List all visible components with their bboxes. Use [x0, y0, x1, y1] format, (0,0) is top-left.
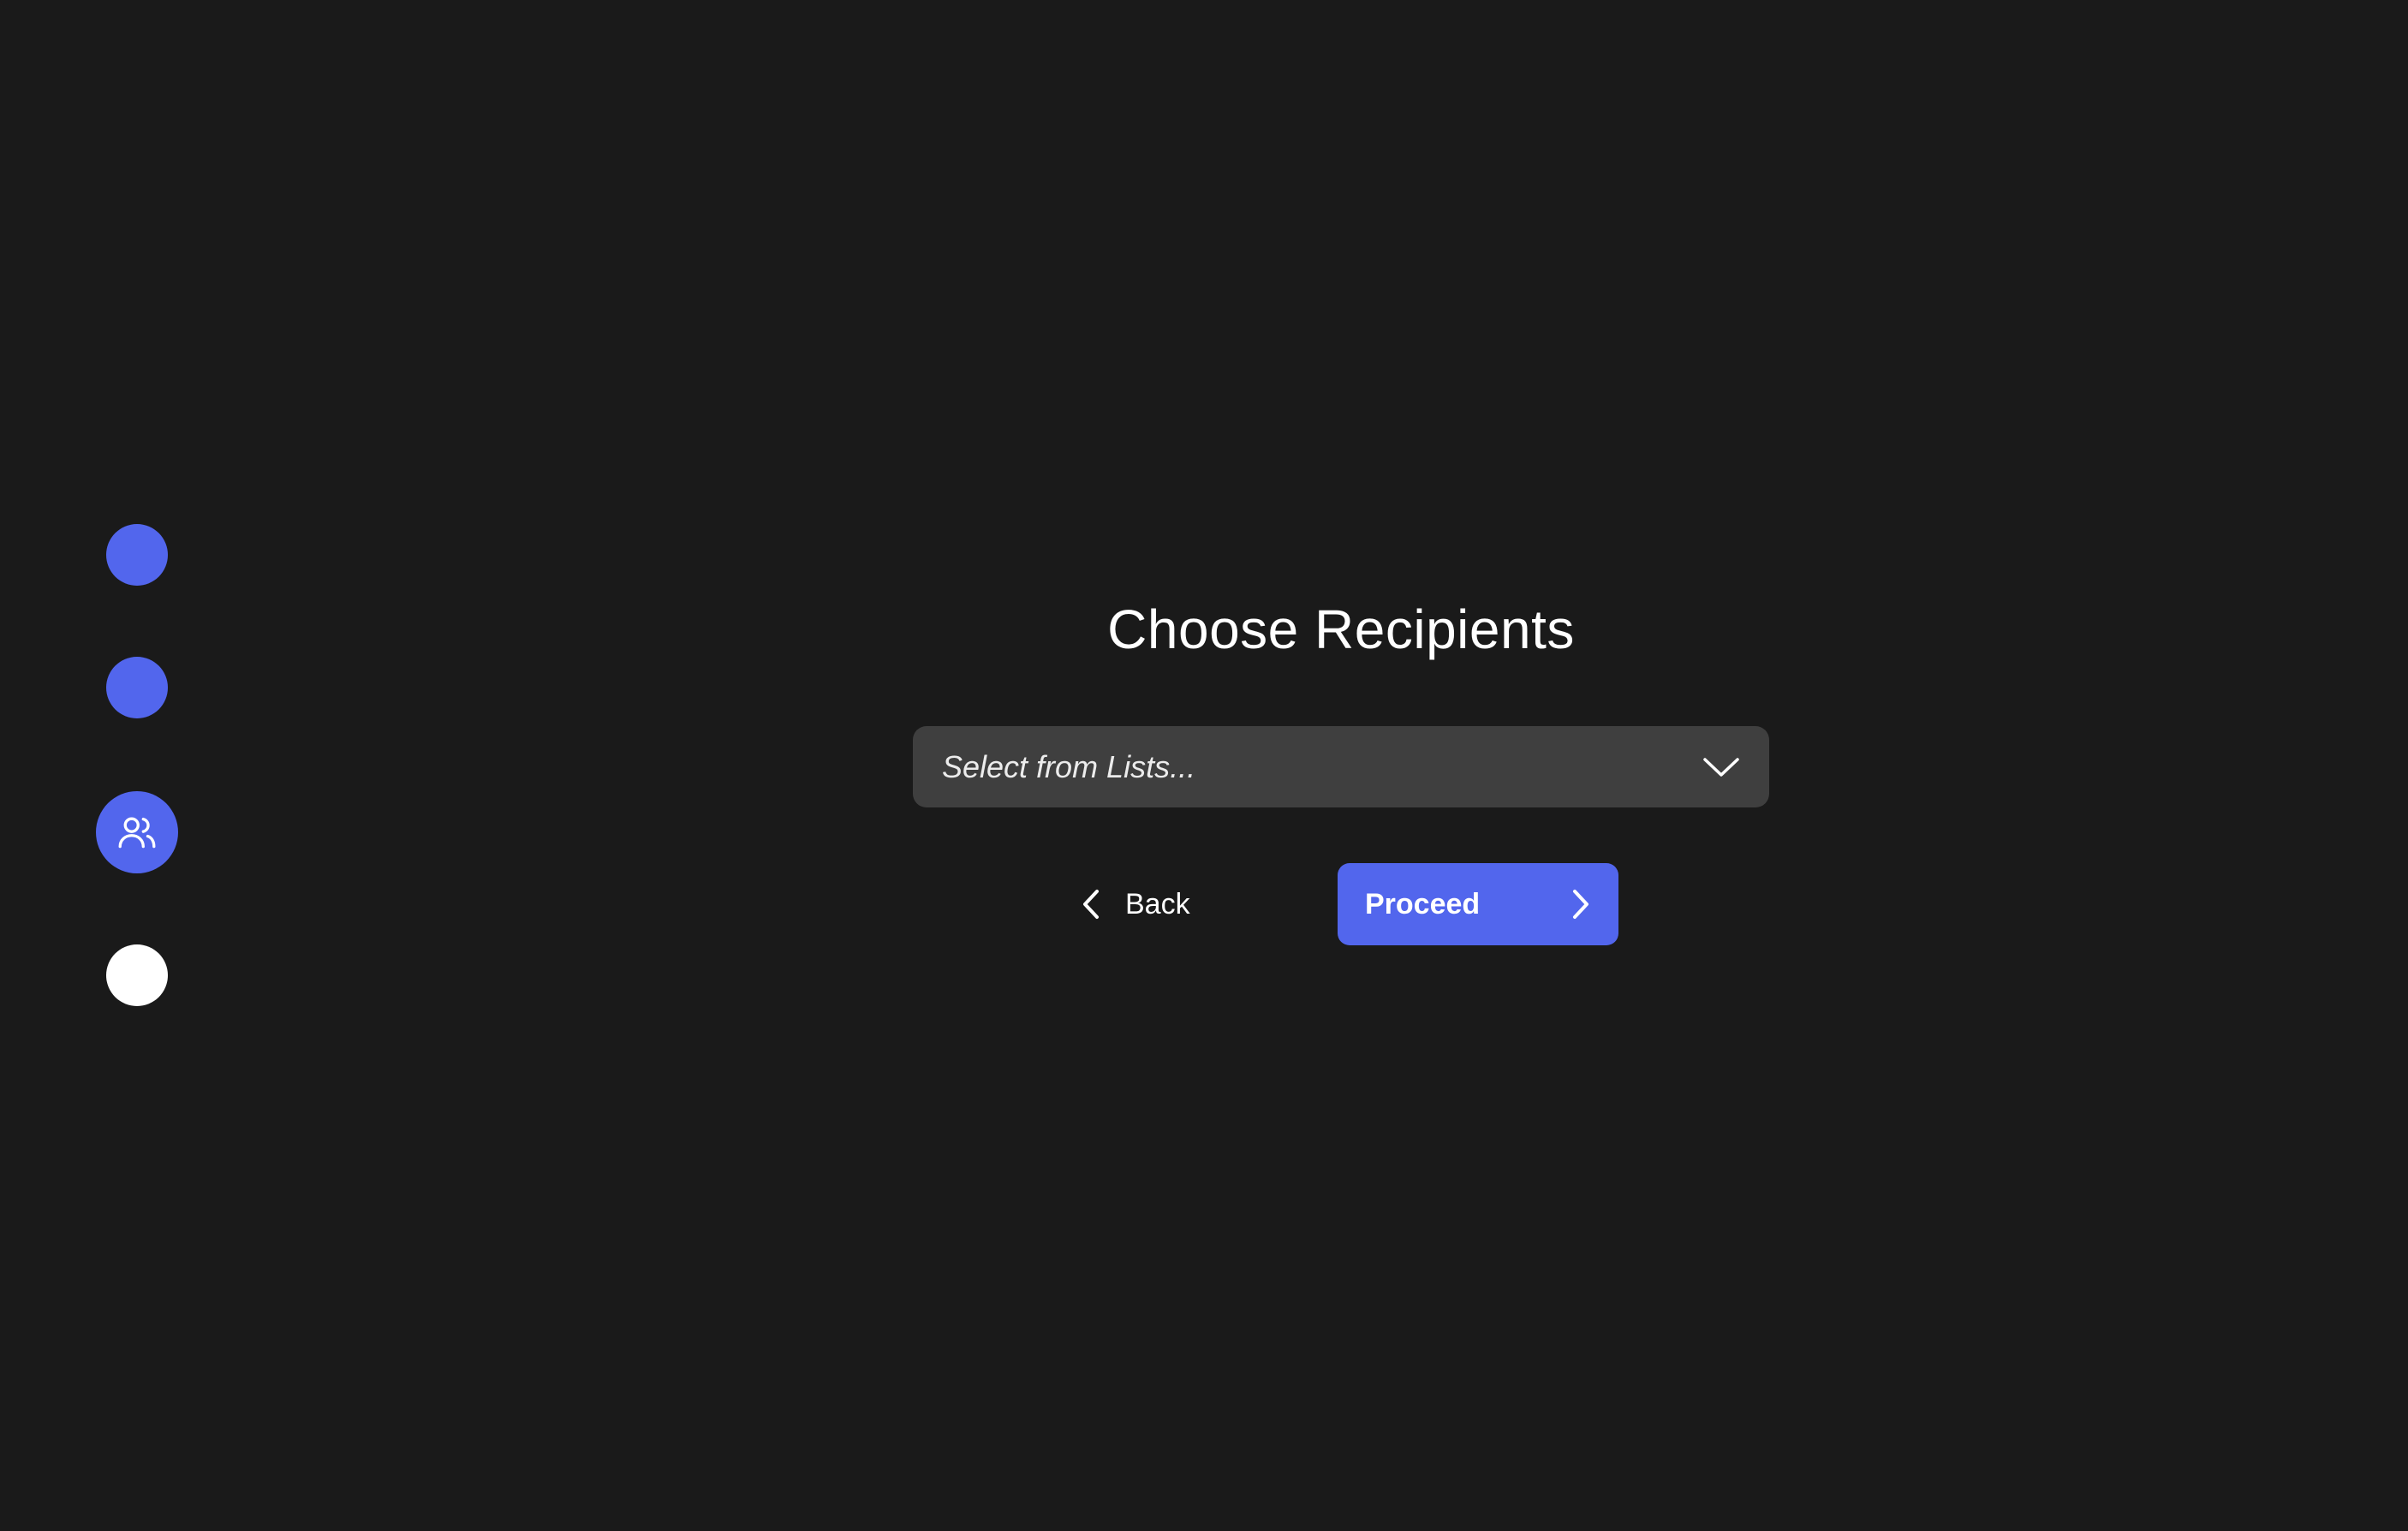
proceed-button-label: Proceed [1365, 887, 1481, 920]
select-placeholder: Select from Lists... [942, 748, 1196, 784]
step-indicator-4-upcoming[interactable] [106, 944, 168, 1006]
chevron-left-icon [1083, 890, 1099, 919]
back-button-label: Back [1125, 887, 1190, 920]
proceed-button[interactable]: Proceed [1338, 863, 1618, 945]
recipient-list-select[interactable]: Select from Lists... [913, 726, 1769, 807]
back-button[interactable]: Back [1081, 863, 1190, 945]
chevron-right-icon [1573, 890, 1588, 919]
step-indicator-2-completed[interactable] [106, 657, 168, 718]
step-indicator-1-completed[interactable] [106, 524, 168, 586]
page: Choose Recipients Select from Lists... B… [0, 0, 2408, 1531]
users-icon [118, 817, 156, 849]
chevron-down-icon [1702, 755, 1740, 779]
step-indicator-3-current[interactable] [96, 791, 178, 873]
page-title: Choose Recipients [1107, 599, 1575, 660]
